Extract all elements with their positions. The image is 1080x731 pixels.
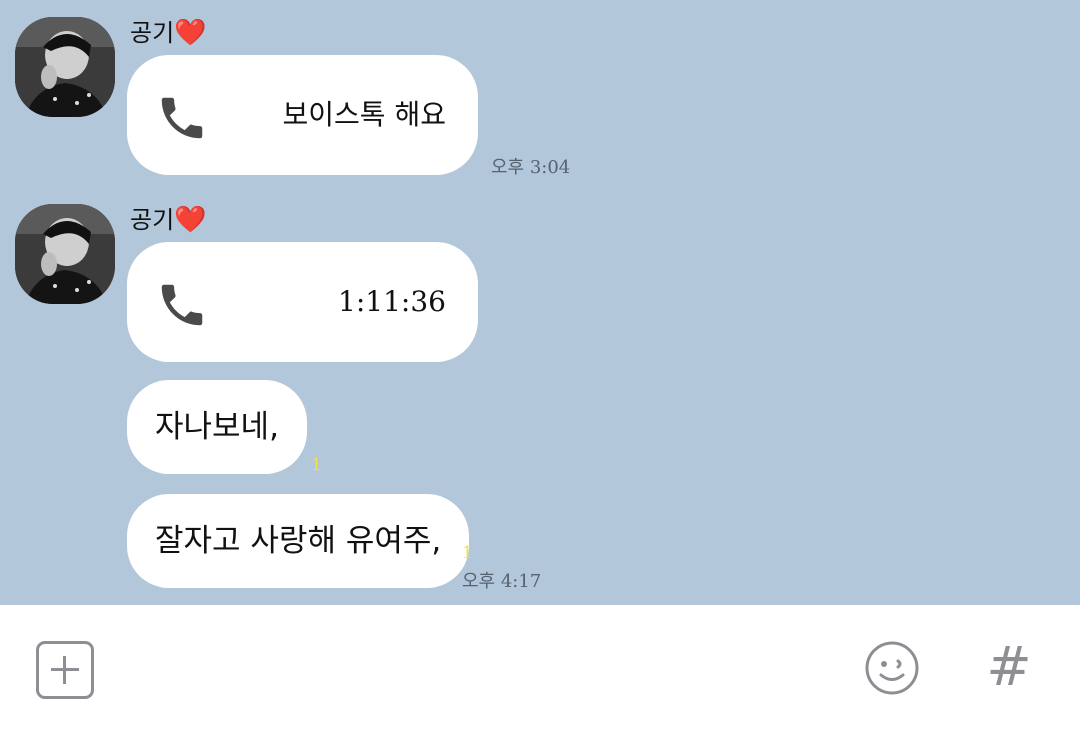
- voice-call-bubble[interactable]: 1:11:36: [127, 242, 478, 362]
- heart-icon: ❤️: [174, 205, 207, 235]
- message-bubble[interactable]: 잘자고 사랑해 유여주,: [127, 494, 470, 588]
- chat-area[interactable]: 공기❤️ 보이스톡 해요 오후 3:04 공기❤️ 1:11:36 자나보네,: [0, 0, 1080, 605]
- sender-name: 공기❤️: [130, 205, 207, 235]
- sender-avatar[interactable]: [15, 17, 115, 117]
- avatar-photo: [15, 17, 115, 117]
- voice-call-bubble[interactable]: 보이스톡 해요: [127, 55, 478, 175]
- message-bubble[interactable]: 자나보네,: [127, 380, 307, 474]
- plus-square-icon[interactable]: [36, 641, 94, 699]
- sender-name-text: 공기: [130, 19, 175, 47]
- message-time: 오후 4:17: [462, 571, 542, 592]
- message-time: 오후 3:04: [491, 157, 571, 178]
- avatar-photo: [15, 204, 115, 304]
- hashtag-search-button[interactable]: #: [986, 637, 1032, 697]
- sender-name-text: 공기: [130, 206, 175, 234]
- phone-icon: [161, 284, 203, 326]
- heart-icon: ❤️: [174, 18, 207, 48]
- smiley-icon[interactable]: [864, 640, 920, 696]
- phone-icon: [161, 97, 203, 139]
- voice-call-label: 보이스톡 해요: [282, 98, 446, 131]
- unread-count: 1: [311, 455, 322, 475]
- input-bar: #: [0, 605, 1080, 731]
- sender-name: 공기❤️: [130, 18, 207, 48]
- call-duration: 1:11:36: [338, 285, 446, 318]
- sender-avatar[interactable]: [15, 204, 115, 304]
- unread-count: 1: [462, 543, 473, 563]
